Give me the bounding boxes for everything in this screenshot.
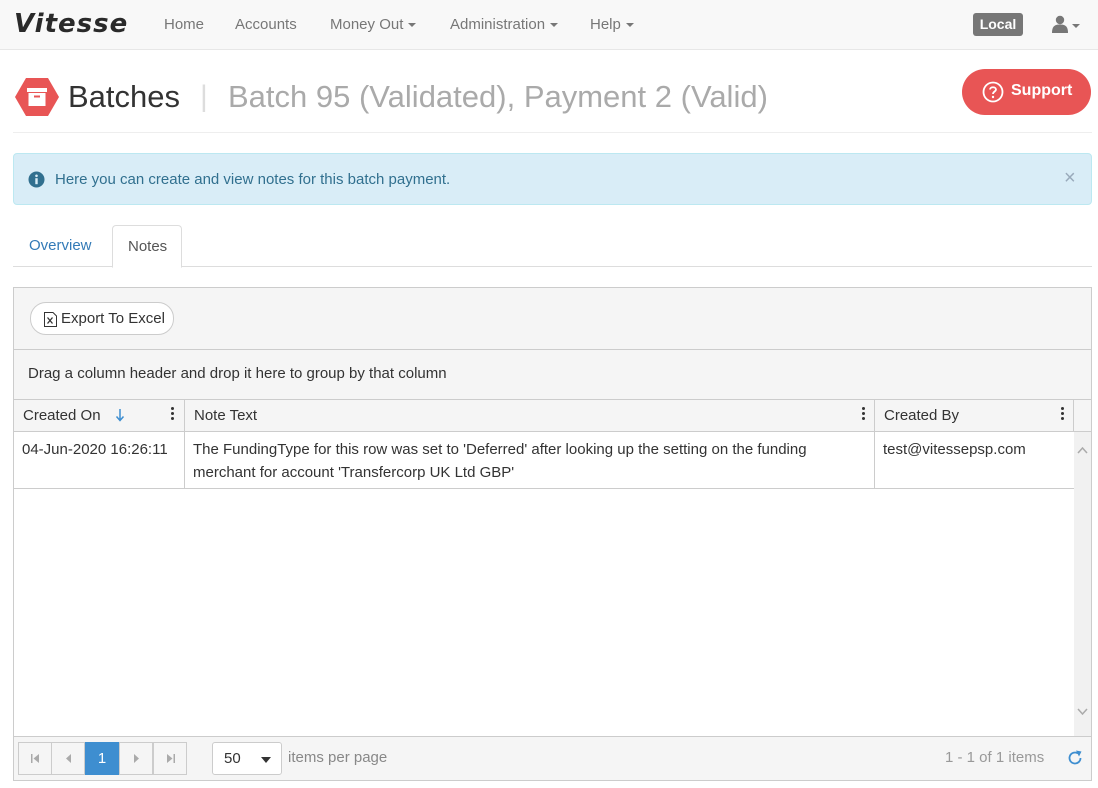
tab-overview[interactable]: Overview [14, 225, 107, 267]
export-label: Export To Excel [61, 310, 165, 327]
grouping-drop-zone[interactable]: Drag a column header and drop it here to… [14, 350, 1091, 400]
environment-badge: Local [973, 13, 1023, 36]
grid-body: 04-Jun-2020 16:26:11 The FundingType for… [14, 432, 1091, 736]
sort-descending-icon[interactable] [115, 408, 125, 422]
nav-help[interactable]: Help [590, 16, 634, 33]
last-page-button[interactable] [153, 742, 187, 775]
vertical-scrollbar[interactable] [1074, 432, 1091, 736]
next-page-button[interactable] [119, 742, 153, 775]
caret-down-icon [625, 23, 634, 28]
column-label: Created By [884, 407, 960, 424]
nav-money-out-label: Money Out [330, 16, 404, 33]
items-per-page-label: items per page [288, 749, 388, 766]
top-navbar: Vitesse Home Accounts Money Out Administ… [0, 0, 1098, 50]
column-menu-icon[interactable] [1059, 407, 1065, 425]
page-title: Batches [68, 79, 181, 114]
cell-note-text: The FundingType for this row was set to … [185, 432, 875, 488]
title-separator: | [200, 80, 208, 113]
tab-notes[interactable]: Notes [112, 225, 182, 268]
pager-info: 1 - 1 of 1 items [945, 749, 1045, 766]
chevron-down-icon[interactable] [1077, 708, 1088, 716]
chevron-up-icon[interactable] [1077, 446, 1088, 454]
column-menu-icon[interactable] [860, 407, 866, 425]
column-header-note-text[interactable]: Note Text [185, 400, 875, 431]
info-circle-icon [28, 171, 45, 188]
cell-text: 04-Jun-2020 16:26:11 [22, 441, 168, 458]
caret-down-icon [550, 23, 559, 28]
nav-administration[interactable]: Administration [450, 16, 559, 33]
page-size-select[interactable]: 50 [212, 742, 282, 775]
last-page-icon [167, 754, 175, 763]
dropdown-arrow-icon [261, 757, 271, 763]
excel-file-icon [44, 312, 57, 327]
user-icon [1052, 15, 1068, 33]
column-header-created-by[interactable]: Created By [875, 400, 1074, 431]
column-label: Note Text [194, 407, 258, 424]
support-label: Support [1011, 82, 1073, 99]
grouping-hint: Drag a column header and drop it here to… [28, 365, 447, 382]
column-menu-icon[interactable] [169, 407, 175, 425]
previous-page-button[interactable] [51, 742, 85, 775]
caret-down-icon [408, 23, 417, 28]
nav-help-label: Help [590, 16, 621, 33]
user-menu-button[interactable] [1050, 14, 1082, 36]
first-page-icon [31, 754, 39, 763]
cell-text: The FundingType for this row was set to … [193, 441, 807, 481]
page-size-value: 50 [224, 750, 241, 767]
alert-message: Here you can create and view notes for t… [55, 171, 451, 188]
page-number-button[interactable]: 1 [85, 742, 119, 775]
refresh-icon[interactable] [1067, 750, 1083, 766]
help-circle-icon [982, 81, 1004, 103]
nav-accounts-label: Accounts [235, 16, 297, 33]
info-alert: Here you can create and view notes for t… [13, 153, 1092, 205]
grid-toolbar: Export To Excel [14, 288, 1091, 350]
grid-header: Created On Note Text Created By [14, 400, 1091, 432]
export-to-excel-button[interactable]: Export To Excel [30, 302, 174, 335]
support-button[interactable]: Support [962, 69, 1091, 115]
column-label: Created On [23, 407, 101, 424]
previous-page-icon [66, 754, 71, 763]
nav-administration-label: Administration [450, 16, 546, 33]
grid-pager: 1 50 items per page 1 - 1 of 1 items [14, 736, 1091, 780]
cell-text: test@vitessepsp.com [883, 441, 1026, 458]
close-icon[interactable]: × [1064, 168, 1076, 188]
notes-grid: Export To Excel Drag a column header and… [13, 287, 1092, 781]
nav-accounts[interactable]: Accounts [235, 16, 297, 33]
nav-home[interactable]: Home [164, 16, 204, 33]
table-row[interactable]: 04-Jun-2020 16:26:11 The FundingType for… [14, 432, 1074, 489]
first-page-button[interactable] [18, 742, 52, 775]
nav-home-label: Home [164, 16, 205, 33]
next-page-icon [134, 754, 139, 763]
caret-down-icon [1072, 24, 1080, 28]
page-header: Batches | Batch 95 (Validated), Payment … [13, 69, 1092, 133]
cell-created-on: 04-Jun-2020 16:26:11 [14, 432, 185, 488]
tab-bar: Overview Notes [13, 225, 1092, 268]
nav-money-out[interactable]: Money Out [330, 16, 417, 33]
page-subtitle: Batch 95 (Validated), Payment 2 (Valid) [228, 79, 768, 114]
vitesse-logo[interactable]: Vitesse [14, 9, 128, 39]
archive-box-icon [15, 78, 59, 116]
cell-created-by: test@vitessepsp.com [875, 432, 1074, 488]
column-header-created-on[interactable]: Created On [14, 400, 185, 431]
